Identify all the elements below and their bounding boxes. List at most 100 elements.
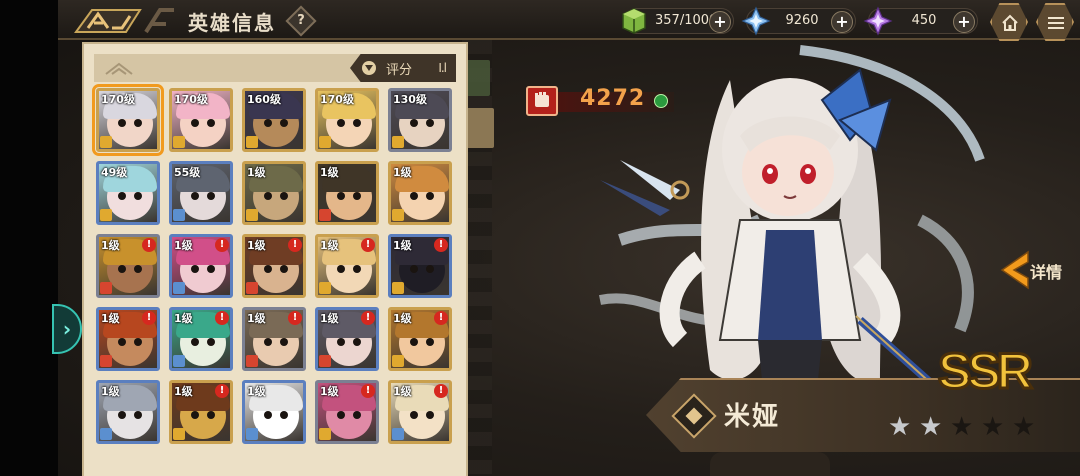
- hero-card[interactable]: 1级!: [388, 307, 452, 371]
- alert-badge-icon: !: [361, 311, 375, 325]
- menu-icon: [1048, 17, 1064, 29]
- hero-name: 米娅: [724, 402, 781, 432]
- chevron-left-icon: [1000, 250, 1029, 290]
- alert-badge-icon: !: [361, 238, 375, 252]
- menu-button[interactable]: [1036, 3, 1074, 41]
- hero-role-icon: [246, 355, 258, 367]
- sort-by-score-button[interactable]: 评分 I.l: [350, 54, 456, 82]
- hero-card[interactable]: 1级!: [242, 307, 306, 371]
- hero-level: 170级: [101, 93, 135, 106]
- hero-class-icon: [671, 393, 717, 439]
- hero-role-icon: [392, 209, 404, 221]
- side-tab-gold[interactable]: [466, 108, 494, 148]
- hero-role-icon: [100, 282, 112, 294]
- hero-role-icon: [246, 209, 258, 221]
- hero-level: 1级: [393, 312, 412, 325]
- star-empty-icon: ★: [950, 412, 974, 442]
- panel-header: 评分 I.l: [94, 54, 456, 82]
- hero-card[interactable]: 1级!: [96, 307, 160, 371]
- hero-card[interactable]: 49级: [96, 161, 160, 225]
- hero-card[interactable]: 1级: [315, 161, 379, 225]
- detail-button[interactable]: 详情: [998, 248, 1078, 292]
- hero-card[interactable]: 1级!: [388, 380, 452, 444]
- hero-card[interactable]: 170级: [315, 88, 379, 152]
- hero-level: 170级: [320, 93, 354, 106]
- alert-badge-icon: !: [142, 238, 156, 252]
- hero-level: 1级: [247, 166, 266, 179]
- hero-role-icon: [246, 428, 258, 440]
- stamina-counter: 357/1000 +: [622, 8, 734, 34]
- home-button[interactable]: [990, 3, 1028, 41]
- hero-card[interactable]: 1级!: [242, 234, 306, 298]
- filter-icon: [362, 61, 376, 75]
- hero-role-icon: [173, 136, 185, 148]
- hero-role-icon: [246, 136, 258, 148]
- hero-level: 1级: [393, 239, 412, 252]
- blue-crystal-counter: 9260 +: [741, 6, 856, 36]
- stamina-value: 357/1000: [655, 13, 718, 28]
- hero-level: 1级: [247, 239, 266, 252]
- hero-card[interactable]: 160级: [242, 88, 306, 152]
- hero-level: 55级: [174, 166, 201, 179]
- hero-role-icon: [173, 209, 185, 221]
- sort-label: 评分: [386, 63, 413, 78]
- help-button[interactable]: ?: [285, 5, 317, 37]
- sort-bars-icon: I.l: [438, 61, 447, 75]
- hero-level: 1级: [247, 312, 266, 325]
- hero-role-icon: [392, 355, 404, 367]
- hero-card[interactable]: 170级: [169, 88, 233, 152]
- hero-level: 1级: [393, 166, 412, 179]
- hero-card[interactable]: 1级: [388, 161, 452, 225]
- hero-role-icon: [173, 282, 185, 294]
- help-icon: ?: [297, 13, 305, 28]
- hero-role-icon: [319, 355, 331, 367]
- hero-level: 170级: [174, 93, 208, 106]
- hero-level: 49级: [101, 166, 128, 179]
- hero-card[interactable]: 1级!: [315, 380, 379, 444]
- rarity-text: SSR: [938, 343, 1033, 396]
- hero-card[interactable]: 1级: [96, 380, 160, 444]
- top-bar: 英雄信息 ? 357/1000 + 9260 + 450 +: [58, 0, 1080, 41]
- hero-role-icon: [100, 209, 112, 221]
- decorative-triangle-icon: [105, 62, 133, 75]
- alert-badge-icon: !: [142, 311, 156, 325]
- hero-card[interactable]: 130级: [388, 88, 452, 152]
- hero-level: 1级: [320, 312, 339, 325]
- side-tab-green[interactable]: [466, 60, 490, 96]
- hero-level: 1级: [101, 239, 120, 252]
- hero-card[interactable]: 1级: [242, 161, 306, 225]
- hero-role-icon: [392, 428, 404, 440]
- alert-badge-icon: !: [215, 384, 229, 398]
- hero-list-panel: 评分 I.l 170级 170级 160级 170级 130级 49级 55级 1级 1级 1级 1…: [82, 42, 468, 476]
- hero-card[interactable]: 170级: [92, 84, 164, 156]
- hero-role-icon: [392, 136, 404, 148]
- hero-card[interactable]: 1级!: [388, 234, 452, 298]
- hero-card[interactable]: 1级!: [96, 234, 160, 298]
- hero-card[interactable]: 1级!: [315, 307, 379, 371]
- hero-role-icon: [100, 136, 112, 148]
- hero-role-icon: [319, 428, 331, 440]
- hero-level: 1级: [174, 385, 193, 398]
- hero-role-icon: [392, 282, 404, 294]
- hero-level: 1级: [320, 385, 339, 398]
- back-logo-icon[interactable]: [70, 6, 180, 36]
- stamina-add-button[interactable]: +: [709, 11, 731, 33]
- purple-crystal-add-button[interactable]: +: [953, 11, 975, 33]
- alert-badge-icon: !: [215, 238, 229, 252]
- home-icon: [1002, 14, 1018, 31]
- hero-card[interactable]: 1级: [242, 380, 306, 444]
- hero-card[interactable]: 1级!: [169, 380, 233, 444]
- hero-card[interactable]: 1级!: [315, 234, 379, 298]
- hero-role-icon: [246, 282, 258, 294]
- bottom-tab: [710, 452, 830, 476]
- hero-card[interactable]: 1级!: [169, 307, 233, 371]
- hero-role-icon: [319, 209, 331, 221]
- hero-card[interactable]: 55级: [169, 161, 233, 225]
- blue-crystal-add-button[interactable]: +: [831, 11, 853, 33]
- alert-badge-icon: !: [434, 238, 448, 252]
- alert-badge-icon: !: [215, 311, 229, 325]
- hero-level: 1级: [247, 385, 266, 398]
- fist-icon: [526, 86, 558, 116]
- hero-level: 160级: [247, 93, 281, 106]
- hero-card[interactable]: 1级!: [169, 234, 233, 298]
